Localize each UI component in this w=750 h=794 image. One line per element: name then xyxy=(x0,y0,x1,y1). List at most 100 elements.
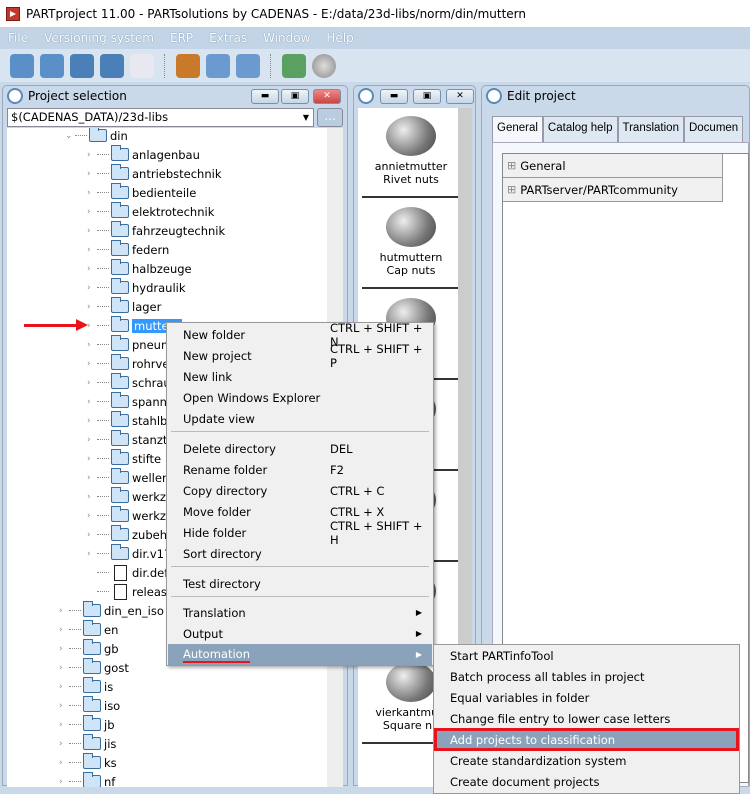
chevron-right-icon[interactable]: › xyxy=(87,207,97,217)
tree-item[interactable]: › gb xyxy=(59,639,119,658)
chevron-right-icon[interactable]: › xyxy=(87,378,97,388)
menu-item-sort-directory[interactable]: Sort directory xyxy=(168,543,432,564)
tree-item[interactable]: › antriebstechnik xyxy=(87,164,221,183)
tab-documen[interactable]: Documen xyxy=(683,116,744,142)
chevron-right-icon[interactable]: › xyxy=(59,758,69,768)
submenu-item[interactable]: Create standardization system xyxy=(435,750,738,771)
submenu-item[interactable]: Change file entry to lower case letters xyxy=(435,708,738,729)
chevron-down-icon[interactable]: ⌄ xyxy=(65,131,75,141)
tree-item[interactable]: › iso xyxy=(59,696,120,715)
submenu-item[interactable]: Start PARTinfoTool xyxy=(435,645,738,666)
close-button[interactable]: ✕ xyxy=(446,89,474,104)
menu-window[interactable]: Window xyxy=(255,31,318,45)
menu-erp[interactable]: ERP xyxy=(162,31,201,45)
chevron-right-icon[interactable]: › xyxy=(59,663,69,673)
tree-item[interactable]: › gost xyxy=(59,658,129,677)
globe-icon[interactable] xyxy=(312,53,336,78)
menu-item-automation[interactable]: Automation ▶ xyxy=(168,644,432,665)
chevron-right-icon[interactable]: › xyxy=(87,188,97,198)
chevron-right-icon[interactable]: › xyxy=(87,150,97,160)
menu-file[interactable]: File xyxy=(0,31,36,45)
database-help-icon[interactable] xyxy=(100,53,124,78)
menu-item-new-project[interactable]: New project CTRL + SHIFT + P xyxy=(168,342,432,370)
catalog-item[interactable]: annietmutter Rivet nuts xyxy=(362,108,458,198)
tree-item[interactable]: › elektrotechnik xyxy=(87,202,214,221)
tree-item[interactable]: › fahrzeugtechnik xyxy=(87,221,225,240)
chevron-right-icon[interactable]: › xyxy=(87,473,97,483)
tree-item[interactable]: › jb xyxy=(59,715,115,734)
property-section[interactable]: ⊞ PARTserver/PARTcommunity xyxy=(503,178,723,202)
tree-item[interactable]: › hydraulik xyxy=(87,278,186,297)
chevron-right-icon[interactable]: › xyxy=(87,359,97,369)
chevron-right-icon[interactable]: › xyxy=(59,682,69,692)
catalog-scrollbar[interactable] xyxy=(458,108,472,698)
tree-item[interactable]: › bedienteile xyxy=(87,183,196,202)
save-icon[interactable] xyxy=(206,53,230,78)
minimize-button[interactable]: ▬ xyxy=(251,89,279,104)
menu-item-copy-directory[interactable]: Copy directory CTRL + C xyxy=(168,480,432,501)
database-key-icon[interactable] xyxy=(10,53,34,78)
menu-item-open-windows-explorer[interactable]: Open Windows Explorer xyxy=(168,387,432,408)
tab-translation[interactable]: Translation xyxy=(617,116,684,142)
tree-item[interactable]: › halbzeuge xyxy=(87,259,192,278)
submenu-item[interactable]: Equal variables in folder xyxy=(435,687,738,708)
chevron-right-icon[interactable]: › xyxy=(87,245,97,255)
search-text-icon[interactable] xyxy=(176,53,200,78)
expand-icon[interactable]: ⊞ xyxy=(507,159,516,172)
chevron-right-icon[interactable]: › xyxy=(87,226,97,236)
chevron-right-icon[interactable]: › xyxy=(87,340,97,350)
tree-item[interactable]: › is xyxy=(59,677,113,696)
tree-item[interactable]: › din_en_iso xyxy=(59,601,164,620)
menu-item-delete-directory[interactable]: Delete directory DEL xyxy=(168,438,432,459)
tree-item[interactable]: › federn xyxy=(87,240,169,259)
tree-item[interactable]: › jis xyxy=(59,734,116,753)
tree-item[interactable]: ⌄ din xyxy=(65,128,128,145)
path-combobox[interactable]: $(CADENAS_DATA)/23d-libs ▼ xyxy=(7,108,314,127)
chevron-right-icon[interactable]: › xyxy=(87,416,97,426)
chevron-right-icon[interactable]: › xyxy=(87,530,97,540)
tree-item[interactable]: › stifte xyxy=(87,449,161,468)
chevron-right-icon[interactable]: › xyxy=(87,549,97,559)
chevron-right-icon[interactable]: › xyxy=(87,321,97,331)
chevron-right-icon[interactable]: › xyxy=(59,606,69,616)
submenu-item[interactable]: Batch process all tables in project xyxy=(435,666,738,687)
tree-item[interactable]: dir.def xyxy=(87,563,168,582)
chevron-right-icon[interactable]: › xyxy=(59,701,69,711)
menu-item-rename-folder[interactable]: Rename folder F2 xyxy=(168,459,432,480)
chevron-right-icon[interactable]: › xyxy=(87,264,97,274)
menu-help[interactable]: Help xyxy=(318,31,361,45)
menu-extras[interactable]: Extras xyxy=(201,31,255,45)
menu-item-update-view[interactable]: Update view xyxy=(168,408,432,429)
chevron-right-icon[interactable]: › xyxy=(59,739,69,749)
tab-catalog-help[interactable]: Catalog help xyxy=(542,116,618,142)
tree-item[interactable]: › en xyxy=(59,620,118,639)
chevron-right-icon[interactable]: › xyxy=(59,644,69,654)
save-all-icon[interactable] xyxy=(236,53,260,78)
browse-button[interactable]: ... xyxy=(317,108,343,127)
tree-item[interactable]: › anlagenbau xyxy=(87,145,200,164)
chevron-right-icon[interactable]: › xyxy=(59,625,69,635)
menu-item-test-directory[interactable]: Test directory xyxy=(168,573,432,594)
tree-item[interactable]: › lager xyxy=(87,297,161,316)
menu-versioning-system[interactable]: Versioning system xyxy=(36,31,162,45)
maximize-button[interactable]: ▣ xyxy=(413,89,441,104)
chevron-right-icon[interactable]: › xyxy=(87,169,97,179)
menu-item-output[interactable]: Output ▶ xyxy=(168,623,432,644)
menu-item-hide-folder[interactable]: Hide folder CTRL + SHIFT + H xyxy=(168,519,432,547)
chevron-right-icon[interactable]: › xyxy=(87,302,97,312)
chevron-right-icon[interactable]: › xyxy=(87,511,97,521)
menu-item-translation[interactable]: Translation ▶ xyxy=(168,602,432,623)
tab-general[interactable]: General xyxy=(492,116,543,142)
chevron-right-icon[interactable]: › xyxy=(59,777,69,787)
chevron-right-icon[interactable]: › xyxy=(59,720,69,730)
submenu-item[interactable]: Add projects to classification xyxy=(434,728,739,751)
catalog-item[interactable]: hutmuttern Cap nuts xyxy=(362,199,458,289)
chevron-right-icon[interactable]: › xyxy=(87,454,97,464)
close-button[interactable]: ✕ xyxy=(313,89,341,104)
property-section[interactable]: ⊞ General xyxy=(503,154,723,178)
submenu-item[interactable]: Create document projects xyxy=(435,771,738,792)
expand-icon[interactable]: ⊞ xyxy=(507,183,516,196)
refresh-icon[interactable] xyxy=(282,53,306,78)
table-icon[interactable] xyxy=(130,53,154,78)
chevron-right-icon[interactable]: › xyxy=(87,435,97,445)
